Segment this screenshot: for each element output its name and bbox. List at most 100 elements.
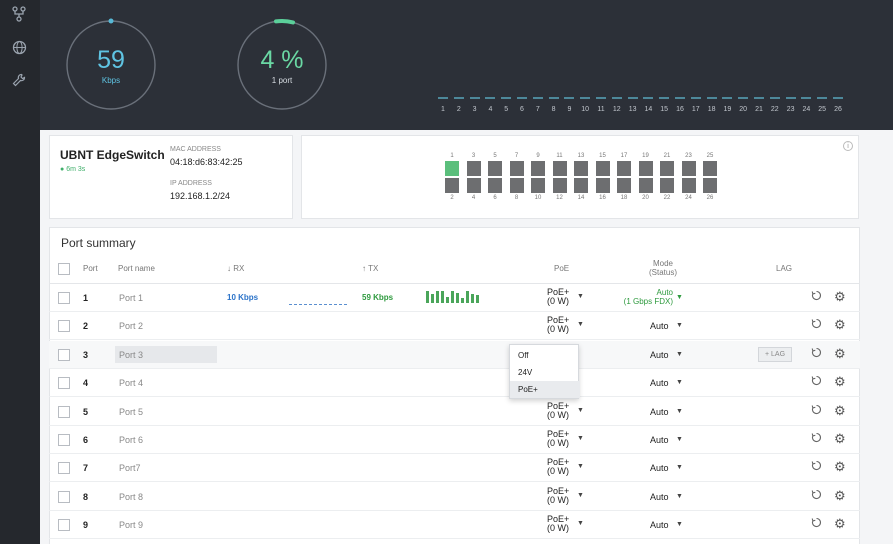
switch-port-21[interactable] (660, 161, 674, 176)
mode-select[interactable]: Auto (650, 463, 669, 473)
row-checkbox[interactable] (58, 377, 70, 390)
gear-icon[interactable]: ⚙ (834, 431, 846, 447)
port-number: 3 (83, 349, 89, 360)
info-icon[interactable]: i (843, 141, 853, 151)
switch-port-23[interactable] (681, 161, 696, 176)
gear-icon[interactable]: ⚙ (834, 516, 846, 532)
poe-caret-icon[interactable]: ▼ (577, 293, 584, 300)
switch-port-4[interactable] (466, 178, 481, 193)
select-all-checkbox[interactable] (58, 263, 70, 275)
mode-caret-icon[interactable]: ▼ (676, 351, 683, 358)
switch-port-18[interactable] (617, 178, 631, 193)
poe-option-off[interactable]: Off (510, 347, 580, 364)
sfp-port[interactable] (703, 178, 717, 193)
switch-port-3[interactable] (466, 161, 481, 176)
reset-port-icon[interactable] (811, 460, 822, 474)
mode-caret-icon[interactable]: ▼ (676, 322, 683, 329)
mode-caret-icon[interactable]: ▼ (676, 379, 683, 386)
port-name[interactable]: Port 2 (119, 321, 143, 331)
poe-option-24v[interactable]: 24V (510, 364, 580, 381)
gear-icon[interactable]: ⚙ (834, 374, 846, 390)
row-checkbox[interactable] (58, 348, 70, 361)
poe-caret-icon[interactable]: ▼ (577, 463, 584, 470)
switch-port-10[interactable] (531, 178, 545, 193)
mode-select[interactable]: Auto (650, 378, 669, 388)
sfp-port[interactable] (703, 161, 717, 176)
mode-caret-icon[interactable]: ▼ (676, 436, 683, 443)
switch-port-20[interactable] (638, 178, 653, 193)
switch-port-12[interactable] (552, 178, 567, 193)
row-checkbox[interactable] (58, 292, 70, 304)
row-checkbox[interactable] (58, 405, 70, 418)
mode-caret-icon[interactable]: ▼ (676, 294, 683, 301)
reset-port-icon[interactable] (811, 290, 822, 304)
gear-icon[interactable]: ⚙ (834, 289, 846, 305)
mode-select[interactable]: Auto (650, 492, 669, 502)
gear-icon[interactable]: ⚙ (834, 488, 846, 504)
switch-port-15[interactable] (595, 161, 610, 176)
globe-icon[interactable] (8, 40, 30, 62)
reset-port-icon[interactable] (811, 318, 822, 332)
port-name[interactable]: Port 5 (119, 407, 143, 417)
port-name-input[interactable]: Port 3 (119, 350, 143, 360)
gear-icon[interactable]: ⚙ (834, 317, 846, 333)
row-checkbox[interactable] (58, 462, 70, 475)
gear-icon[interactable]: ⚙ (834, 346, 846, 362)
switch-port-6[interactable] (488, 178, 502, 193)
switch-port-5[interactable] (488, 161, 502, 176)
poe-caret-icon[interactable]: ▼ (577, 435, 584, 442)
switch-port-1[interactable] (445, 161, 459, 176)
mode-select[interactable]: Auto (650, 350, 669, 360)
switch-port-8[interactable] (509, 178, 524, 193)
mode-value: Auto (656, 288, 673, 297)
switch-port-24[interactable] (681, 178, 696, 193)
switch-port-11[interactable] (552, 161, 567, 176)
port-name[interactable]: Port 8 (119, 492, 143, 502)
poe-caret-icon[interactable]: ▼ (577, 520, 584, 527)
mode-select[interactable]: Auto (650, 520, 669, 530)
reset-port-icon[interactable] (811, 517, 822, 531)
port-traffic-bar (580, 97, 591, 99)
poe-caret-icon[interactable]: ▼ (577, 407, 584, 414)
reset-port-icon[interactable] (811, 404, 822, 418)
mode-caret-icon[interactable]: ▼ (676, 464, 683, 471)
port-name[interactable]: Port 1 (119, 293, 143, 303)
mode-select[interactable]: Auto (650, 435, 669, 445)
reset-port-icon[interactable] (811, 347, 822, 361)
switch-port-7[interactable] (509, 161, 524, 176)
port-traffic-bar (438, 97, 448, 99)
port-name[interactable]: Port 9 (119, 520, 143, 530)
switch-port-9[interactable] (531, 161, 545, 176)
switch-port-19[interactable] (638, 161, 653, 176)
reset-port-icon[interactable] (811, 375, 822, 389)
gear-icon[interactable]: ⚙ (834, 459, 846, 475)
row-checkbox[interactable] (58, 434, 70, 446)
wrench-icon[interactable] (8, 72, 30, 94)
reset-port-icon[interactable] (811, 432, 822, 446)
row-checkbox[interactable] (58, 519, 70, 532)
switch-port-22[interactable] (660, 178, 674, 193)
port-name[interactable]: Port 4 (119, 378, 143, 388)
poe-option-poe-plus[interactable]: PoE+ (510, 381, 580, 398)
row-checkbox[interactable] (58, 490, 70, 503)
mode-caret-icon[interactable]: ▼ (676, 493, 683, 500)
network-topology-icon[interactable] (8, 6, 30, 28)
mode-caret-icon[interactable]: ▼ (676, 521, 683, 528)
switch-port-13[interactable] (574, 161, 588, 176)
switch-port-2[interactable] (445, 178, 459, 193)
switch-port-16[interactable] (595, 178, 610, 193)
mode-select[interactable]: Auto (650, 321, 669, 331)
add-lag-button[interactable]: + LAG (758, 346, 792, 362)
port-name[interactable]: Port7 (119, 463, 141, 473)
mode-select[interactable]: Auto (1 Gbps FDX) (617, 288, 673, 306)
row-checkbox[interactable] (58, 320, 70, 333)
poe-caret-icon[interactable]: ▼ (577, 321, 584, 328)
switch-port-17[interactable] (617, 161, 631, 176)
poe-caret-icon[interactable]: ▼ (577, 492, 584, 499)
mode-select[interactable]: Auto (650, 407, 669, 417)
port-name[interactable]: Port 6 (119, 435, 143, 445)
mode-caret-icon[interactable]: ▼ (676, 408, 683, 415)
switch-port-14[interactable] (574, 178, 588, 193)
gear-icon[interactable]: ⚙ (834, 403, 846, 419)
reset-port-icon[interactable] (811, 489, 822, 503)
